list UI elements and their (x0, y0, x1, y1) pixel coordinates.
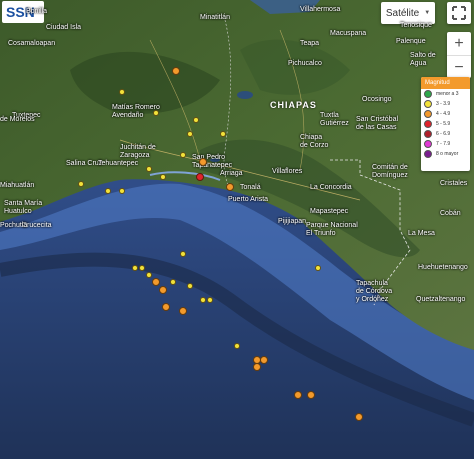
legend-label: 7 - 7.9 (436, 141, 451, 147)
earthquake-marker[interactable] (195, 172, 204, 181)
fullscreen-button[interactable] (447, 2, 471, 24)
legend-item: menor a 3 (421, 89, 470, 99)
legend-item: 5 - 5.9 (421, 119, 470, 129)
legend-item: 7 - 7.9 (421, 139, 470, 149)
earthquake-marker[interactable] (178, 306, 187, 315)
map-type-label: Satélite (385, 7, 420, 19)
earthquake-marker[interactable] (179, 251, 186, 258)
legend-dot-icon (424, 100, 432, 108)
legend-item: 3 - 3.9 (421, 99, 470, 109)
legend-dot-icon (424, 110, 432, 118)
earthquake-marker[interactable] (118, 88, 125, 95)
legend-dot-icon (424, 140, 432, 148)
legend-item: 8 o mayor (421, 149, 470, 159)
legend-title: Magnitud (421, 77, 470, 89)
legend-label: menor a 3 (436, 91, 459, 97)
earthquake-marker[interactable] (78, 180, 85, 187)
zoom-controls: + − (447, 32, 471, 78)
map-canvas[interactable]: SSN Satélite ▼ + − Magnitud menor a 3 3 -… (0, 0, 474, 459)
legend-item: 6 - 6.9 (421, 129, 470, 139)
earthquake-marker[interactable] (159, 173, 166, 180)
legend-dot-icon (424, 120, 432, 128)
region-label-chiapas: CHIAPAS (270, 100, 317, 110)
zoom-in-button[interactable]: + (447, 32, 471, 55)
chevron-down-icon: ▼ (424, 10, 431, 16)
earthquake-marker[interactable] (118, 187, 125, 194)
earthquake-marker[interactable] (152, 109, 159, 116)
legend-item: 4 - 4.9 (421, 109, 470, 119)
legend-label: 4 - 4.9 (436, 111, 451, 117)
earthquake-marker[interactable] (186, 282, 193, 289)
map-type-dropdown[interactable]: Satélite ▼ (381, 2, 435, 24)
legend-dot-icon (424, 150, 432, 158)
satellite-basemap (0, 0, 474, 459)
legend-label: 8 o mayor (436, 151, 459, 157)
ssn-logo: SSN (2, 1, 44, 23)
earthquake-marker[interactable] (354, 412, 363, 421)
earthquake-marker[interactable] (186, 131, 193, 138)
fullscreen-icon (452, 6, 466, 20)
magnitude-legend: Magnitud menor a 3 3 - 3.9 4 - 4.9 5 - 5.9 6… (421, 77, 470, 171)
legend-label: 3 - 3.9 (436, 101, 451, 107)
earthquake-marker[interactable] (158, 285, 167, 294)
earthquake-marker[interactable] (105, 187, 112, 194)
earthquake-marker[interactable] (234, 343, 240, 349)
legend-label: 5 - 5.9 (436, 121, 451, 127)
legend-dot-icon (424, 90, 432, 98)
earthquake-marker[interactable] (172, 66, 181, 75)
legend-dot-icon (424, 130, 432, 138)
zoom-out-button[interactable]: − (447, 56, 471, 79)
legend-label: 6 - 6.9 (436, 131, 451, 137)
earthquake-marker[interactable] (206, 297, 213, 304)
logo-text: SSN (6, 4, 35, 20)
